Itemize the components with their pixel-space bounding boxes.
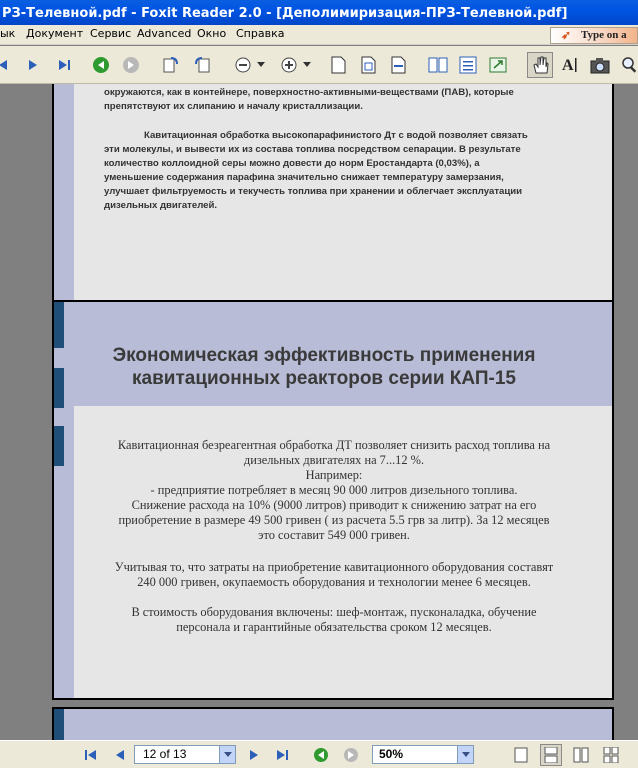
fit-width-icon[interactable] xyxy=(387,54,409,76)
text-line: Например: xyxy=(305,468,363,482)
menu-bar: ык Документ Сервис Advanced Окно Справка… xyxy=(0,25,638,45)
slide-body-paragraph-2: Учитывая то, что затраты на приобретение… xyxy=(84,560,584,590)
page-side-band xyxy=(54,302,74,698)
page-dropdown-icon[interactable] xyxy=(219,746,235,763)
next-page-icon[interactable] xyxy=(22,54,44,76)
rotate-left-icon[interactable] xyxy=(160,54,182,76)
text-line: Кавитационная обработка высокопарафинист… xyxy=(144,130,528,141)
text-line: 240 000 гривен, окупаемость оборудования… xyxy=(137,575,531,589)
text-line: окружаются, как в контейнере, поверхност… xyxy=(104,87,514,98)
text-line: персонала и гарантийные обязательства ср… xyxy=(176,620,492,634)
back-icon[interactable] xyxy=(90,54,112,76)
zoom-dropdown-icon[interactable] xyxy=(457,746,473,763)
text-line: Кавитационная безреагентная обработка ДТ… xyxy=(117,438,551,452)
menu-view[interactable]: ык xyxy=(0,27,15,40)
text-line: уменьшение содержания парафина значитель… xyxy=(104,172,504,183)
text-line: дизельных двигателях на 7...12 %. xyxy=(243,453,425,467)
fit-page-icon[interactable] xyxy=(357,54,379,76)
pdf-page-13 xyxy=(52,707,614,740)
pdf-page-12: Экономическая эффективность применения к… xyxy=(52,300,614,700)
first-page-icon[interactable] xyxy=(82,746,100,764)
forward-icon[interactable] xyxy=(120,54,142,76)
window-title: РЗ-Телевной.pdf - Foxit Reader 2.0 - [Де… xyxy=(2,6,568,21)
svg-text:A: A xyxy=(562,57,574,74)
slide1-paragraph-2: Кавитационная обработка высокопарафинист… xyxy=(104,129,574,213)
slide-decoration-tab xyxy=(54,709,64,740)
title-line: кавитационных реакторов серии КАП-15 xyxy=(132,368,516,389)
zoom-out-icon[interactable] xyxy=(232,54,254,76)
text-line: Учитывая то, что затраты на приобретение… xyxy=(114,560,554,574)
facing-view-icon[interactable] xyxy=(572,746,590,764)
slide1-paragraph-1: окружаются, как в контейнере, поверхност… xyxy=(104,86,574,114)
zoom-in-icon[interactable] xyxy=(278,54,300,76)
zoom-out-dropdown-icon[interactable] xyxy=(255,54,267,76)
continuous-page-view-icon[interactable] xyxy=(540,744,562,766)
menu-help[interactable]: Справка xyxy=(236,27,284,40)
back-icon[interactable] xyxy=(312,746,330,764)
title-line: Экономическая эффективность применения xyxy=(112,345,536,366)
document-view[interactable]: окружаются, как в контейнере, поверхност… xyxy=(0,84,638,740)
slide-decoration-tab xyxy=(54,302,64,348)
slide-body-paragraph-3: В стоимость оборудования включены: шеф-м… xyxy=(84,605,584,635)
last-page-icon[interactable] xyxy=(274,746,292,764)
rotate-right-icon[interactable] xyxy=(192,54,214,76)
text-line: количество коллоидной серы можно довести… xyxy=(104,158,480,169)
menu-advanced[interactable]: Advanced xyxy=(137,27,191,40)
status-bar: 12 of 13 50% xyxy=(0,740,638,768)
text-line: дизельных двигателей. xyxy=(104,200,218,211)
single-page-view-icon[interactable] xyxy=(512,746,530,764)
two-page-view-icon[interactable] xyxy=(427,54,449,76)
toolbar: A xyxy=(0,46,638,84)
continuous-facing-view-icon[interactable] xyxy=(602,746,620,764)
actual-size-icon[interactable] xyxy=(327,54,349,76)
menu-document[interactable]: Документ xyxy=(26,27,83,40)
prev-page-icon[interactable] xyxy=(112,746,128,764)
text-line: приобретение в размере 49 500 гривен ( и… xyxy=(118,513,550,527)
page-number-value: 12 of 13 xyxy=(143,747,187,761)
prev-page-icon[interactable] xyxy=(0,54,14,76)
forward-icon[interactable] xyxy=(342,746,360,764)
slide-title: Экономическая эффективность применения к… xyxy=(74,344,574,390)
page-number-field[interactable]: 12 of 13 xyxy=(134,745,236,764)
ask-question-text: Type on a xyxy=(581,29,627,41)
next-page-icon[interactable] xyxy=(246,746,262,764)
text-line: Снижение расхода на 10% (9000 литров) пр… xyxy=(131,498,537,512)
text-line: это составит 549 000 гривен. xyxy=(258,528,410,542)
continuous-view-icon[interactable] xyxy=(457,54,479,76)
menu-window[interactable]: Окно xyxy=(197,27,226,40)
menu-service[interactable]: Сервис xyxy=(90,27,131,40)
zoom-value: 50% xyxy=(379,747,404,761)
zoom-in-dropdown-icon[interactable] xyxy=(301,54,313,76)
select-text-icon[interactable]: A xyxy=(559,54,581,76)
pointer-arrow-icon: ➶ xyxy=(561,28,572,42)
full-screen-icon[interactable] xyxy=(487,54,509,76)
ask-question-box[interactable]: ➶ Type on a xyxy=(550,27,638,44)
text-line: эти молекулы, и вывести их из состава то… xyxy=(104,144,521,155)
find-icon[interactable] xyxy=(619,54,638,76)
text-line: препятствуют их слипанию и началу криста… xyxy=(104,101,363,112)
slide-body-paragraph-1: Кавитационная безреагентная обработка ДТ… xyxy=(84,438,584,543)
zoom-field[interactable]: 50% xyxy=(372,745,474,764)
window-title-bar: РЗ-Телевной.pdf - Foxit Reader 2.0 - [Де… xyxy=(0,0,638,25)
text-line: - предприятие потребляет в месяц 90 000 … xyxy=(150,483,518,497)
last-page-icon[interactable] xyxy=(54,54,76,76)
slide-decoration-tab xyxy=(54,368,64,408)
slide-decoration-tab xyxy=(54,426,64,466)
text-line: В стоимость оборудования включены: шеф-м… xyxy=(131,605,537,619)
snapshot-icon[interactable] xyxy=(589,54,611,76)
text-line: улучшает фильтруемость и текучесть топли… xyxy=(104,186,523,197)
hand-tool-icon[interactable] xyxy=(527,52,553,78)
